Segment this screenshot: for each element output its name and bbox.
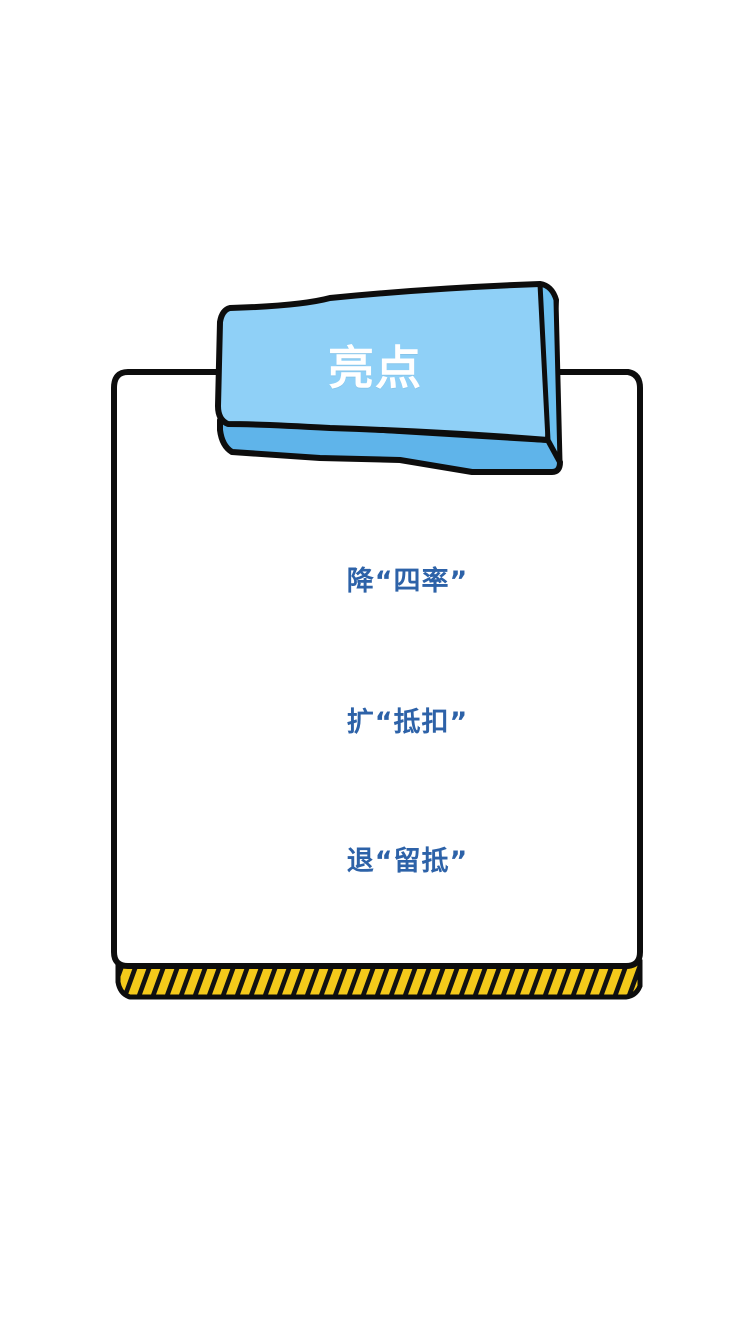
highlight-item-reduce-rates: 降“四率”: [346, 566, 469, 597]
highlight-item-expand-deductions: 扩“抵扣”: [346, 707, 469, 738]
tab-title: 亮点: [328, 341, 422, 395]
highlight-item-refund-credits: 退“留抵”: [346, 846, 469, 877]
notebook-card-illustration: [111, 281, 643, 1000]
